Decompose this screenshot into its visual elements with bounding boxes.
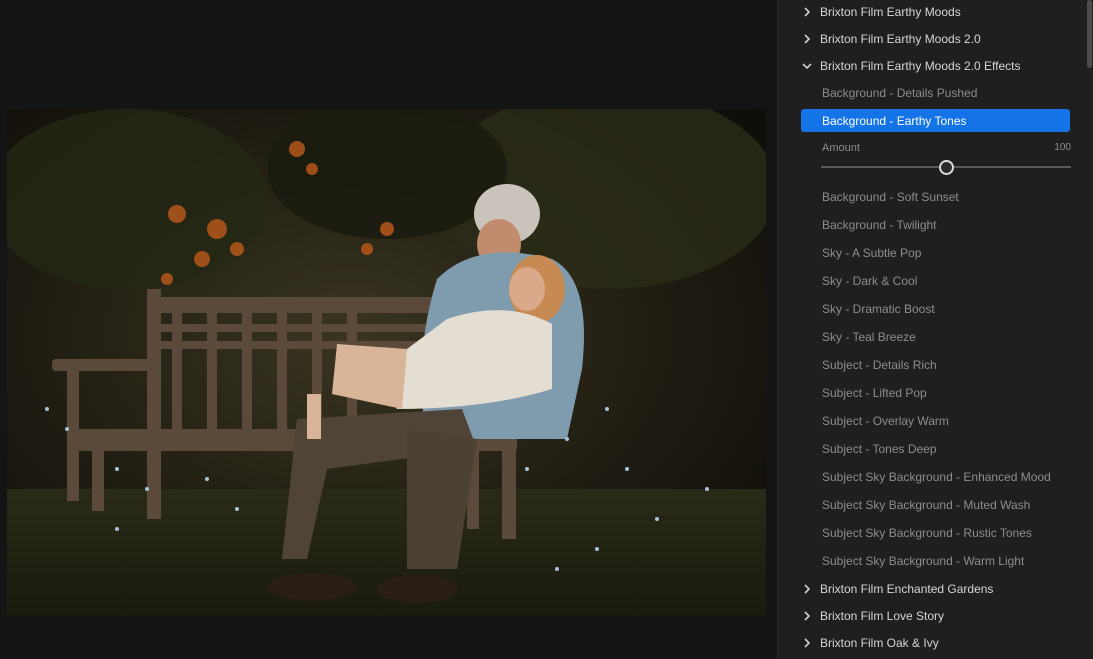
chevron-right-icon[interactable] [802, 583, 812, 594]
panel-scrollbar-thumb[interactable] [1087, 0, 1092, 68]
photo-preview[interactable] [7, 109, 766, 616]
preset-group[interactable]: Brixton Film Love Story [778, 602, 1078, 629]
preset-item[interactable]: Subject Sky Background - Rustic Tones [821, 521, 1048, 544]
preset-item[interactable]: Sky - Dramatic Boost [821, 297, 1048, 320]
preset-item[interactable]: Subject - Details Rich [821, 353, 1048, 376]
preset-group-label: Brixton Film Earthy Moods 2.0 Effects [820, 58, 1021, 73]
amount-label: Amount [822, 142, 860, 154]
preset-item[interactable]: Sky - A Subtle Pop [821, 241, 1048, 264]
photo-illustration [7, 109, 766, 616]
preset-item[interactable]: Background - Soft Sunset [821, 185, 1048, 208]
preset-group-label: Brixton Film Enchanted Gardens [820, 581, 994, 596]
panel-scrollbar[interactable] [1087, 0, 1092, 659]
chevron-right-icon[interactable] [802, 33, 812, 44]
preset-item[interactable]: Background - Details Pushed [821, 81, 1048, 104]
chevron-right-icon[interactable] [802, 637, 812, 648]
amount-slider[interactable] [821, 158, 1071, 176]
preset-item[interactable]: Subject - Tones Deep [821, 437, 1048, 460]
chevron-right-icon[interactable] [802, 6, 812, 17]
preset-group-label: Brixton Film Oak & Ivy [820, 635, 939, 650]
preset-item-selected[interactable]: Background - Earthy Tones [801, 109, 1070, 132]
amount-row: Amount 100 [821, 142, 1071, 156]
preset-group[interactable]: Brixton Film Earthy Moods 2.0 [778, 25, 1078, 52]
preset-group-label: Brixton Film Earthy Moods 2.0 [820, 31, 981, 46]
preset-group[interactable]: Brixton Film Oak & Ivy [778, 629, 1078, 656]
amount-slider-handle[interactable] [939, 160, 954, 175]
preset-item[interactable]: Subject - Overlay Warm [821, 409, 1048, 432]
image-canvas[interactable] [0, 0, 777, 659]
preset-item[interactable]: Sky - Dark & Cool [821, 269, 1048, 292]
presets-panel: Brixton Film Earthy Moods Brixton Film Ea… [777, 0, 1093, 659]
preset-item[interactable]: Subject Sky Background - Enhanced Mood [821, 465, 1051, 488]
preset-item[interactable]: Subject Sky Background - Warm Light [821, 549, 1048, 572]
preset-item[interactable]: Sky - Teal Breeze [821, 325, 1048, 348]
preset-item[interactable]: Background - Twilight [821, 213, 1048, 236]
chevron-right-icon[interactable] [802, 610, 812, 621]
preset-group-label: Brixton Film Love Story [820, 608, 945, 623]
chevron-down-icon[interactable] [802, 61, 812, 71]
preset-item[interactable]: Subject Sky Background - Muted Wash [821, 493, 1048, 516]
preset-group[interactable]: Brixton Film Earthy Moods [778, 0, 1078, 25]
preset-group-label: Brixton Film Earthy Moods [820, 4, 961, 19]
amount-value: 100 [1054, 142, 1071, 153]
preset-group[interactable]: Brixton Film Earthy Moods 2.0 Effects [778, 52, 1078, 79]
preset-group[interactable]: Brixton Film Enchanted Gardens [778, 575, 1078, 602]
preset-item[interactable]: Subject - Lifted Pop [821, 381, 1048, 404]
